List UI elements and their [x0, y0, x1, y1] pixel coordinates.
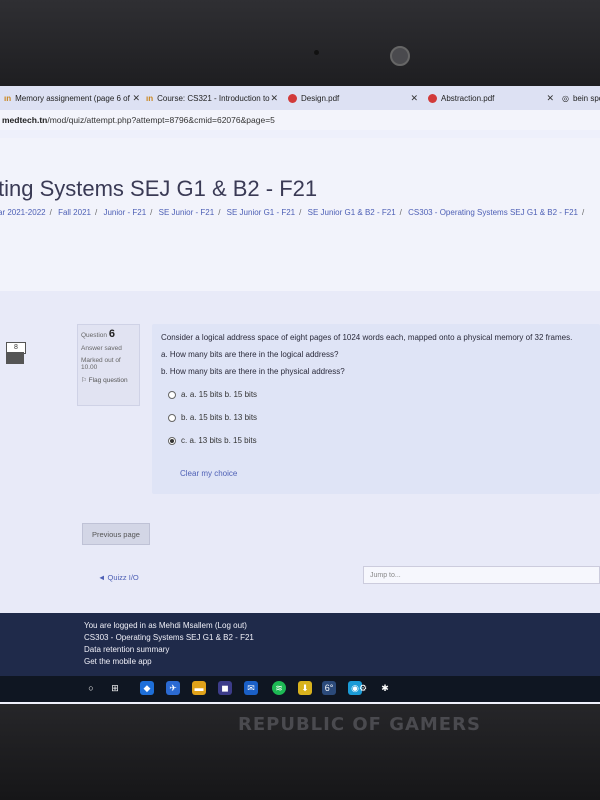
browser-tab-bar: ın Memory assignement (page 6 of ✕ ın Co… — [0, 86, 600, 111]
breadcrumb-item[interactable]: CS303 - Operating Systems SEJ G1 & B2 - … — [408, 208, 578, 217]
data-retention-link[interactable]: Data retention summary — [84, 645, 169, 654]
steam-icon[interactable]: ⚙ — [356, 681, 370, 695]
close-icon[interactable]: ✕ — [132, 93, 140, 104]
tab-label: Abstraction.pdf — [441, 93, 495, 103]
question-label: Question — [81, 332, 108, 339]
spotify-icon[interactable]: ≋ — [272, 681, 286, 695]
settings-icon[interactable]: ✱ — [378, 681, 392, 695]
pdf-icon — [428, 93, 437, 103]
weather-icon[interactable]: 6° — [322, 681, 336, 695]
store-icon[interactable]: ◼ — [218, 681, 232, 695]
close-icon[interactable]: ✕ — [410, 93, 418, 104]
close-icon[interactable]: ✕ — [270, 93, 278, 104]
task-view-icon[interactable]: ⊞ — [108, 681, 122, 695]
tab-bein-sport[interactable]: ◎ bein spo — [562, 86, 600, 110]
clear-choice-link[interactable]: Clear my choice — [180, 469, 237, 478]
breadcrumb-item[interactable]: SE Junior G1 - F21 — [227, 208, 295, 217]
app-icon[interactable]: ⬇ — [298, 681, 312, 695]
question-part-a: a. How many bits are there in the logica… — [161, 350, 339, 359]
moodle-icon: ın — [146, 93, 154, 103]
tab-label: Memory assignement (page 6 of — [15, 93, 130, 103]
question-info: Question 6 Answer saved Marked out of 10… — [77, 324, 140, 406]
answer-option-a[interactable]: a. a. 15 bits b. 15 bits — [168, 390, 257, 399]
option-label: b. a. 15 bits b. 13 bits — [181, 413, 258, 422]
radio-button-selected[interactable] — [168, 436, 176, 445]
logged-in-text[interactable]: You are logged in as Mehdi Msallem (Log … — [84, 621, 247, 630]
question-marks-value: 10.00 — [81, 364, 98, 371]
footer-course-link[interactable]: CS303 - Operating Systems SEJ G1 & B2 - … — [84, 633, 254, 642]
tab-label: bein spo — [572, 93, 600, 103]
answer-option-c[interactable]: c. a. 13 bits b. 15 bits — [168, 436, 257, 445]
flag-icon: ⚐ — [81, 377, 87, 384]
page-title: ting Systems SEJ G1 & B2 - F21 — [0, 176, 318, 201]
question-part-b: b. How many bits are there in the physic… — [161, 367, 345, 376]
option-label: a. a. 15 bits b. 15 bits — [181, 390, 258, 399]
taskbar: ○ ⊞ ◆ ✈ ▬ ◼ ✉ ≋ ⬇ 6° ◉ ⚙ ✱ — [0, 676, 600, 702]
address-bar[interactable]: medtech.tn/mod/quiz/attempt.php?attempt=… — [0, 110, 600, 130]
teams-icon[interactable]: ✈ — [166, 681, 180, 695]
globe-icon: ◎ — [562, 93, 569, 103]
tab-label: Course: CS321 - Introduction to — [157, 93, 270, 103]
question-box: Consider a logical address space of eigh… — [152, 324, 600, 494]
breadcrumb-item[interactable]: Junior - F21 — [103, 208, 146, 217]
page-footer: You are logged in as Mehdi Msallem (Log … — [0, 613, 600, 676]
webcam-sensor — [314, 50, 319, 55]
radio-button[interactable] — [168, 390, 176, 399]
breadcrumb: ar 2021-2022/ Fall 2021/ Junior - F21/ S… — [0, 208, 585, 217]
url-domain: medtech.tn — [2, 115, 48, 125]
option-label: c. a. 13 bits b. 15 bits — [181, 436, 257, 445]
breadcrumb-item[interactable]: SE Junior - F21 — [159, 208, 215, 217]
breadcrumb-item[interactable]: SE Junior G1 & B2 - F21 — [308, 208, 396, 217]
question-number: 6 — [108, 328, 115, 340]
question-marks-label: Marked out of — [81, 357, 121, 364]
vscode-icon[interactable]: ◆ — [140, 681, 154, 695]
webcam-icon — [390, 46, 410, 66]
radio-button[interactable] — [168, 413, 176, 422]
tab-design-pdf[interactable]: Design.pdf ✕ — [288, 86, 418, 110]
folder-icon[interactable]: ▬ — [192, 681, 206, 695]
pdf-icon — [288, 93, 297, 103]
question-text: Consider a logical address space of eigh… — [161, 333, 573, 342]
tab-memory-assignment[interactable]: ın Memory assignement (page 6 of ✕ — [4, 86, 140, 110]
breadcrumb-item[interactable]: Fall 2021 — [58, 208, 91, 217]
answer-option-b[interactable]: b. a. 15 bits b. 13 bits — [168, 413, 257, 422]
flag-question-button[interactable]: ⚐ Flag question — [81, 376, 136, 384]
tab-course-cs321[interactable]: ın Course: CS321 - Introduction to ✕ — [146, 86, 278, 110]
jump-to-select[interactable]: Jump to... — [363, 566, 600, 584]
search-icon[interactable]: ○ — [84, 681, 98, 695]
mobile-app-link[interactable]: Get the mobile app — [84, 657, 152, 666]
previous-page-button[interactable]: Previous page — [82, 523, 150, 545]
tab-label: Design.pdf — [301, 93, 340, 103]
close-icon[interactable]: ✕ — [546, 93, 554, 104]
laptop-bezel-top — [0, 0, 600, 86]
quiz-nav-button-answered[interactable] — [6, 352, 24, 364]
url-path: /mod/quiz/attempt.php?attempt=8796&cmid=… — [47, 115, 275, 125]
tab-abstraction-pdf[interactable]: Abstraction.pdf ✕ — [428, 86, 554, 110]
quiz-back-link[interactable]: ◄ Quizz I/O — [98, 573, 139, 582]
breadcrumb-item[interactable]: ar 2021-2022 — [0, 208, 46, 217]
flag-label: Flag question — [88, 377, 128, 384]
moodle-icon: ın — [4, 93, 12, 103]
weather-temp: 6° — [324, 683, 334, 693]
laptop-brand-logo: REPUBLIC OF GAMERS — [238, 714, 481, 735]
mail-icon[interactable]: ✉ — [244, 681, 258, 695]
screen: ın Memory assignement (page 6 of ✕ ın Co… — [0, 86, 600, 704]
question-status: Answer saved — [81, 345, 122, 352]
